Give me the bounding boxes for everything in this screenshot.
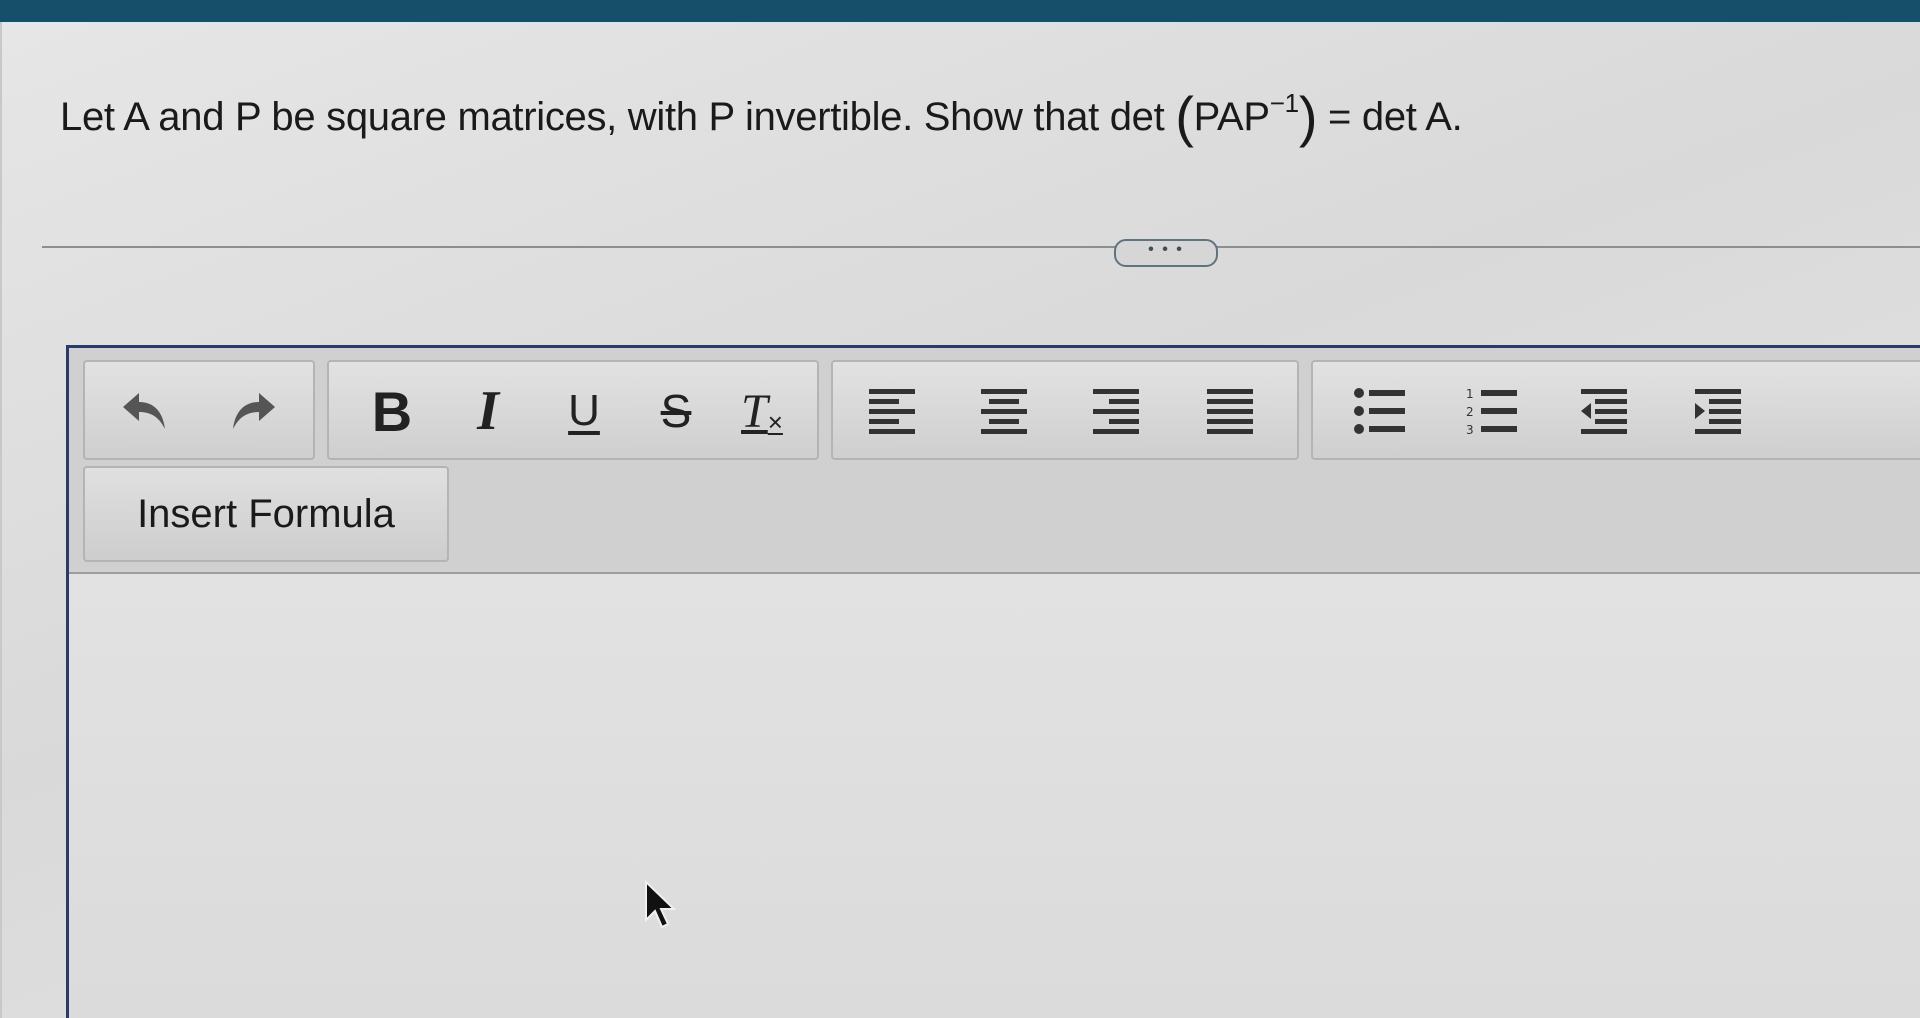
open-paren: (	[1175, 85, 1194, 148]
underline-button[interactable]: U	[539, 376, 629, 446]
answer-text-area[interactable]	[69, 574, 1920, 1018]
indent-icon	[1695, 389, 1741, 434]
clear-format-label: T	[741, 384, 768, 438]
resize-handle[interactable]: • • •	[1114, 239, 1218, 267]
history-group	[83, 360, 315, 460]
strikethrough-label: S	[660, 385, 692, 437]
bold-label: B	[371, 379, 413, 443]
clear-x-icon: ×	[767, 406, 783, 437]
svg-text:2: 2	[1466, 405, 1474, 419]
question-page: Let A and P be square matrices, with P i…	[0, 22, 1920, 1018]
outdent-icon	[1581, 389, 1627, 434]
svg-text:1: 1	[1466, 387, 1474, 401]
clear-format-button[interactable]: T ×	[717, 376, 807, 446]
insert-formula-button[interactable]: Insert Formula	[83, 466, 449, 562]
numbered-list-button[interactable]: 1 2 3	[1447, 376, 1537, 446]
redo-button[interactable]	[207, 376, 297, 446]
align-center-icon	[981, 389, 1027, 434]
mouse-cursor-icon	[645, 880, 677, 929]
numbered-list-icon: 1 2 3	[1466, 387, 1517, 435]
bold-button[interactable]: B	[347, 376, 437, 446]
format-group: B I U S T ×	[327, 360, 819, 460]
undo-icon	[123, 393, 165, 429]
redo-icon	[233, 393, 275, 429]
italic-button[interactable]: I	[443, 376, 533, 446]
question-prefix: Let A and P be square matrices, with P i…	[60, 95, 1165, 139]
close-paren: )	[1298, 85, 1318, 148]
align-justify-button[interactable]	[1185, 376, 1275, 446]
undo-button[interactable]	[101, 376, 191, 446]
section-divider	[42, 246, 1920, 248]
italic-label: I	[477, 380, 499, 442]
insert-formula-label: Insert Formula	[137, 491, 395, 536]
question-text: Let A and P be square matrices, with P i…	[60, 84, 1463, 149]
align-center-button[interactable]	[959, 376, 1049, 446]
alignment-group	[831, 360, 1299, 460]
matrix-expression: PAP	[1193, 95, 1270, 139]
list-group: 1 2 3	[1311, 360, 1920, 460]
bullet-list-button[interactable]	[1335, 376, 1425, 446]
window-top-bar	[0, 0, 1920, 24]
outdent-button[interactable]	[1559, 376, 1649, 446]
editor-toolbar: B I U S T × 1 2 3 Insert Formula	[69, 348, 1920, 574]
underline-label: U	[568, 386, 600, 435]
align-justify-icon	[1207, 389, 1253, 434]
rich-text-editor: B I U S T × 1 2 3 Insert Formula	[66, 345, 1920, 1018]
question-suffix: = det A.	[1317, 95, 1463, 139]
bullet-list-icon	[1354, 388, 1405, 434]
align-left-button[interactable]	[847, 376, 937, 446]
strikethrough-button[interactable]: S	[631, 376, 721, 446]
svg-text:3: 3	[1466, 423, 1474, 435]
inverse-superscript: −1	[1269, 88, 1299, 118]
align-right-button[interactable]	[1071, 376, 1161, 446]
align-left-icon	[869, 389, 915, 434]
align-right-icon	[1093, 389, 1139, 434]
indent-button[interactable]	[1673, 376, 1763, 446]
